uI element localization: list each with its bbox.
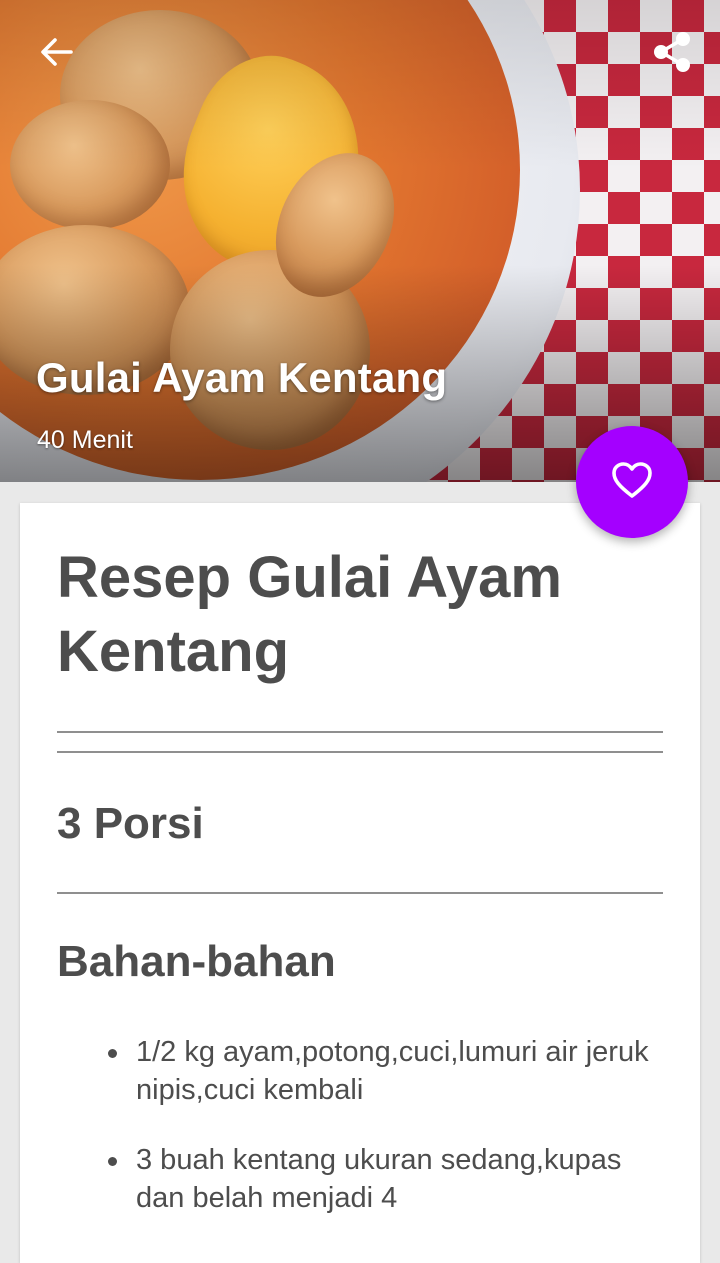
ingredient-text: 1/2 kg ayam,potong,cuci,lumuri air jeruk…	[136, 1036, 649, 1106]
bullet-icon	[108, 1049, 117, 1058]
recipe-title: Resep Gulai Ayam Kentang	[57, 545, 563, 684]
hero-image: Gulai Ayam Kentang 40 Menit	[0, 0, 720, 482]
ingredients-list: 1/2 kg ayam,potong,cuci,lumuri air jeruk…	[105, 1033, 665, 1249]
bullet-icon	[108, 1157, 117, 1166]
heart-outline-icon	[610, 460, 654, 505]
divider	[57, 892, 663, 894]
share-icon	[652, 30, 692, 79]
share-button[interactable]	[644, 28, 700, 80]
ingredients-heading: Bahan-bahan	[57, 937, 336, 986]
arrow-left-icon	[38, 36, 74, 73]
cooking-time: 40 Menit	[37, 426, 133, 454]
ingredient-item: 1/2 kg ayam,potong,cuci,lumuri air jeruk…	[105, 1033, 665, 1109]
back-button[interactable]	[32, 34, 80, 74]
ingredient-text: 3 buah kentang ukuran sedang,kupas dan b…	[136, 1144, 622, 1214]
recipe-card: Resep Gulai Ayam Kentang 3 Porsi Bahan-b…	[20, 503, 700, 1263]
divider	[57, 751, 663, 753]
portion-count: 3 Porsi	[57, 799, 204, 848]
divider	[57, 731, 663, 733]
hero-recipe-title: Gulai Ayam Kentang	[36, 354, 448, 401]
hero-gradient-overlay	[0, 0, 720, 482]
favorite-button[interactable]	[576, 426, 688, 538]
ingredient-item: 3 buah kentang ukuran sedang,kupas dan b…	[105, 1141, 665, 1217]
